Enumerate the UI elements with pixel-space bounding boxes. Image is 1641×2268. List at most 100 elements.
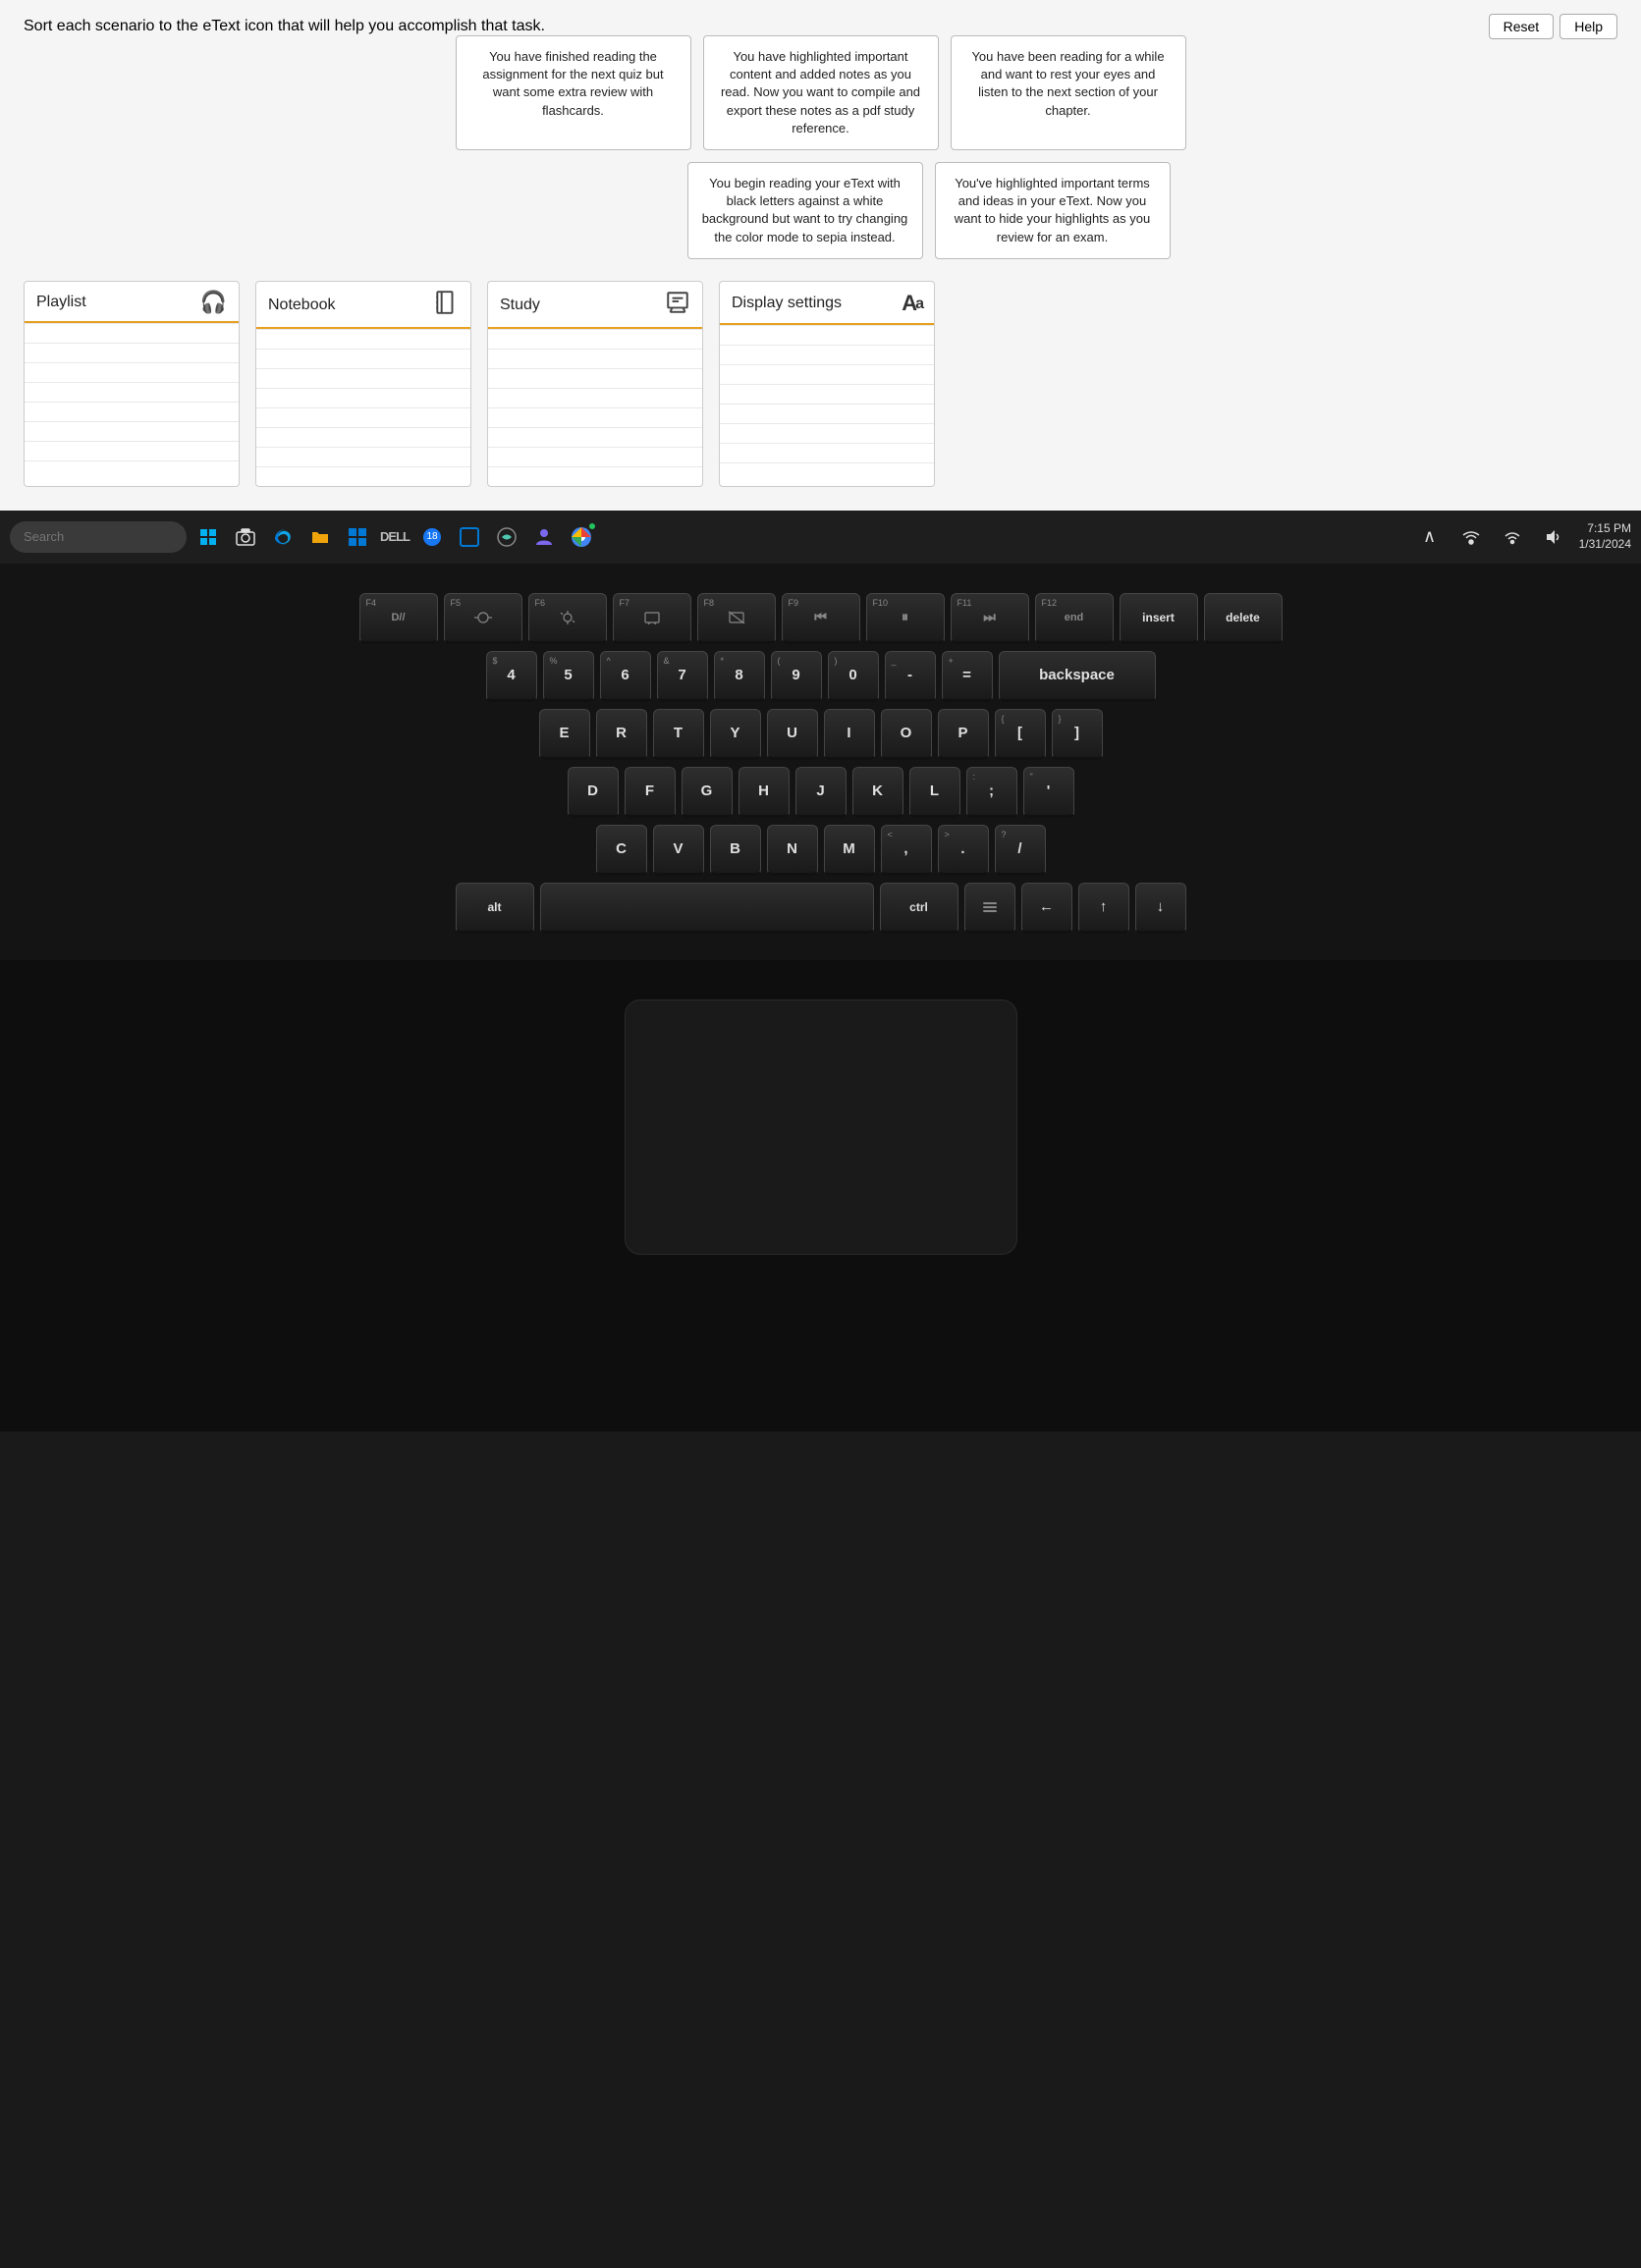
key-backspace[interactable]: backspace [999,651,1156,702]
key-minus[interactable]: _ - [885,651,936,702]
drop-zone-playlist-body [25,323,239,480]
key-4[interactable]: $ 4 [486,651,537,702]
taskbar-icon-camera[interactable] [230,521,261,553]
key-o[interactable]: O [881,709,932,760]
key-quote[interactable]: " ' [1023,767,1074,818]
qwerty-row1: E R T Y U I O P { [ } ] [39,709,1602,760]
key-slash[interactable]: ? / [995,825,1046,876]
key-arrow-left[interactable]: ← [1021,883,1072,934]
scenario-card-1[interactable]: You have finished reading the assignment… [456,35,691,150]
key-b[interactable]: B [710,825,761,876]
key-period[interactable]: > . [938,825,989,876]
drop-zone-notebook-body [256,329,470,486]
key-v[interactable]: V [653,825,704,876]
taskbar-volume-icon[interactable] [1538,521,1569,553]
key-m[interactable]: M [824,825,875,876]
date-display: 1/31/2024 [1579,537,1631,553]
instruction-text: Sort each scenario to the eText icon tha… [24,18,1617,35]
scenario-card-3[interactable]: You have been reading for a while and wa… [951,35,1186,150]
drop-zone-notebook-header: Notebook [256,282,470,329]
key-t[interactable]: T [653,709,704,760]
key-f5[interactable]: F5 [444,593,522,644]
key-p[interactable]: P [938,709,989,760]
key-0[interactable]: ) 0 [828,651,879,702]
key-u[interactable]: U [767,709,818,760]
help-button[interactable]: Help [1559,14,1617,39]
reset-button[interactable]: Reset [1489,14,1555,39]
taskbar-icon-chrome[interactable] [566,521,597,553]
chrome-indicator [587,521,597,531]
taskbar: DELL 18 ∧ [0,511,1641,564]
key-f9[interactable]: F9 ⏮ [782,593,860,644]
taskbar-icon-notification[interactable]: 18 [416,521,448,553]
key-f11[interactable]: F11 ⏭ [951,593,1029,644]
scenario-card-2[interactable]: You have highlighted important content a… [703,35,939,150]
key-space[interactable] [540,883,874,934]
scenario-card-4[interactable]: You begin reading your eText with black … [687,162,923,259]
key-f[interactable]: F [625,767,676,818]
key-g[interactable]: G [682,767,733,818]
taskbar-wifi-icon[interactable] [1497,521,1528,553]
key-r[interactable]: R [596,709,647,760]
clock[interactable]: 7:15 PM 1/31/2024 [1579,521,1631,552]
drop-zone-notebook[interactable]: Notebook [255,281,471,487]
key-f10[interactable]: F10 ⏸ [866,593,945,644]
notebook-label: Notebook [268,297,336,314]
key-l[interactable]: L [909,767,960,818]
key-9[interactable]: ( 9 [771,651,822,702]
taskbar-icon-windows[interactable] [342,521,373,553]
key-equals[interactable]: + = [942,651,993,702]
key-arrow-up[interactable]: ↑ [1078,883,1129,934]
notification-number: 18 [423,528,441,546]
drop-zone-display[interactable]: Display settings Aa [719,281,935,487]
key-delete[interactable]: delete [1204,593,1283,644]
key-k[interactable]: K [852,767,903,818]
key-semicolon[interactable]: : ; [966,767,1017,818]
key-insert[interactable]: insert [1120,593,1198,644]
search-input[interactable] [10,521,187,553]
drop-zone-display-body [720,325,934,482]
top-buttons: Reset Help [1489,14,1617,39]
key-arrow-down[interactable]: ↓ [1135,883,1186,934]
key-menu[interactable] [964,883,1015,934]
key-c[interactable]: C [596,825,647,876]
key-comma[interactable]: < , [881,825,932,876]
key-rbracket[interactable]: } ] [1052,709,1103,760]
taskbar-network-icon[interactable] [1455,521,1487,553]
key-f6[interactable]: F6 [528,593,607,644]
key-6[interactable]: ^ 6 [600,651,651,702]
taskbar-icon-files[interactable] [304,521,336,553]
key-fn-dell[interactable]: F4 D// [359,593,438,644]
key-5[interactable]: % 5 [543,651,594,702]
key-7[interactable]: & 7 [657,651,708,702]
key-alt-left[interactable]: alt [456,883,534,934]
trackpad[interactable] [625,999,1017,1255]
key-f7[interactable]: F7 [613,593,691,644]
taskbar-chevron-up[interactable]: ∧ [1414,521,1446,553]
taskbar-right: ∧ 7:15 PM 1/31/2024 [1414,521,1631,553]
key-j[interactable]: J [795,767,847,818]
key-e[interactable]: E [539,709,590,760]
key-lbracket[interactable]: { [ [995,709,1046,760]
drop-zone-study-header: Study [488,282,702,329]
drop-zone-study[interactable]: Study [487,281,703,487]
key-8[interactable]: * 8 [714,651,765,702]
drop-zone-study-body [488,329,702,486]
key-ctrl-right[interactable]: ctrl [880,883,958,934]
taskbar-icon-copilot[interactable] [491,521,522,553]
dell-logo: DELL [380,529,410,544]
key-i[interactable]: I [824,709,875,760]
key-f8[interactable]: F8 [697,593,776,644]
key-n[interactable]: N [767,825,818,876]
taskbar-icon-explorer[interactable] [192,521,224,553]
taskbar-icon-dell[interactable]: DELL [379,521,410,553]
key-d[interactable]: D [568,767,619,818]
scenario-card-5[interactable]: You've highlighted important terms and i… [935,162,1171,259]
key-f12[interactable]: F12 end [1035,593,1114,644]
drop-zone-playlist[interactable]: Playlist 🎧 [24,281,240,487]
taskbar-icon-teams[interactable] [528,521,560,553]
key-y[interactable]: Y [710,709,761,760]
taskbar-icon-edge[interactable] [267,521,299,553]
key-h[interactable]: H [738,767,790,818]
taskbar-icon-search[interactable] [454,521,485,553]
